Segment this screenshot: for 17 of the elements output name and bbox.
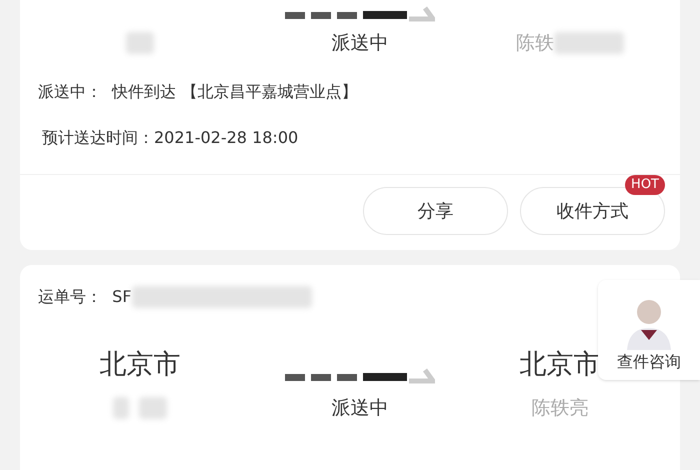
action-button[interactable]: 分享 bbox=[363, 187, 508, 235]
consult-button[interactable]: 查件咨询 bbox=[598, 280, 700, 380]
receiver-name: 陈轶 bbox=[516, 30, 554, 56]
hot-badge: HOT bbox=[625, 175, 665, 195]
estimated-delivery: 预计送达时间：2021-02-28 18:00 bbox=[42, 127, 300, 149]
tracking-event: 派送中： 快件到达 【北京昌平嘉城营业点】 bbox=[38, 81, 358, 103]
blurred-block bbox=[554, 32, 624, 54]
origin-city: 北京市 bbox=[100, 349, 180, 380]
receiver-name: 陈轶亮 bbox=[530, 396, 590, 420]
blurred-block bbox=[113, 396, 129, 419]
blurred-block bbox=[126, 32, 154, 54]
blurred-block bbox=[139, 396, 167, 419]
waybill-number: 运单号： SF bbox=[38, 286, 132, 308]
action-button[interactable]: 收件方式 bbox=[520, 187, 665, 235]
status-text: 派送中 bbox=[330, 30, 390, 56]
destination-city: 北京市 bbox=[520, 349, 600, 380]
status-text: 派送中 bbox=[330, 396, 390, 420]
